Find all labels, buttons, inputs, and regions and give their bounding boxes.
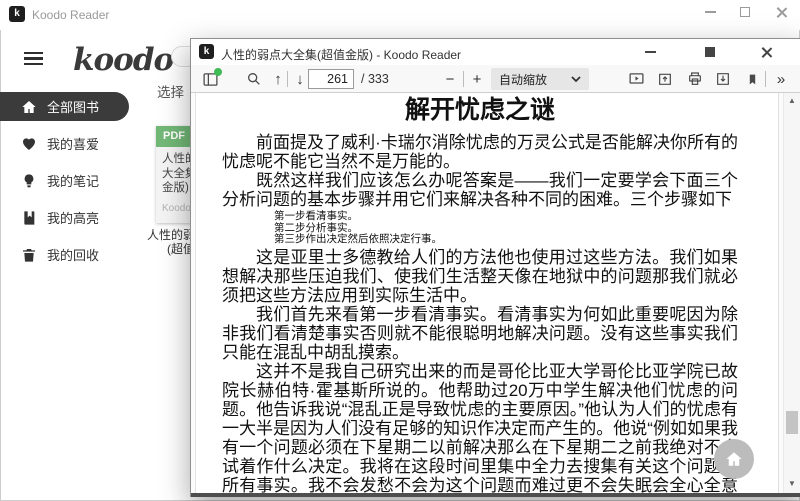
bookmark-button[interactable] <box>740 65 764 93</box>
bookmark-icon <box>746 72 759 87</box>
main-close-button[interactable] <box>766 0 796 24</box>
toolbar-separator <box>765 71 766 87</box>
home-icon <box>725 450 743 468</box>
zoom-mode-value: 自动缩放 <box>499 71 571 88</box>
reader-window: k 人性的弱点大全集(超值金版) - Koodo Reader ↑ ↓ / 33… <box>190 38 800 497</box>
home-icon <box>21 99 37 115</box>
search-icon <box>246 71 262 87</box>
toolbar-separator <box>463 71 464 87</box>
sidebar-notice-dot <box>214 68 222 76</box>
reader-window-title: 人性的弱点大全集(超值金版) - Koodo Reader <box>221 46 461 63</box>
presentation-mode-button[interactable] <box>623 65 649 93</box>
minimize-icon <box>705 11 716 13</box>
bulb-icon <box>21 173 37 189</box>
main-titlebar: k Koodo Reader <box>0 0 800 30</box>
koodo-app-icon: k <box>9 6 25 22</box>
print-button[interactable] <box>682 65 708 93</box>
close-icon <box>761 47 772 58</box>
more-tools-button[interactable]: » <box>768 65 794 93</box>
sidebar-item-label: 我的笔记 <box>47 171 99 190</box>
back-to-library-button[interactable] <box>714 439 754 479</box>
reader-close-button[interactable] <box>751 39 781 65</box>
reader-minimize-button[interactable] <box>635 39 665 65</box>
print-icon <box>687 71 703 87</box>
open-file-button[interactable] <box>652 65 678 93</box>
koodo-logo: koodo <box>73 42 173 78</box>
reader-maximize-button[interactable] <box>695 39 725 65</box>
search-button[interactable] <box>241 65 267 93</box>
paragraph: 我们首先来看第一步看清事实。看清事实为何如此重要呢因为除非我们看清楚事实否则就不… <box>222 305 738 362</box>
toolbar-separator <box>287 71 288 87</box>
sidebar-item-highlights[interactable]: 我的高亮 <box>0 203 129 232</box>
sidebar-item-all-books[interactable]: 全部图书 <box>0 92 129 121</box>
page-content: 解开忧虑之谜 前面提及了威利·卡瑞尔消除忧虑的万灵公式是否能解决你所有的忧虑呢不… <box>196 93 778 493</box>
page-number-input[interactable] <box>308 69 354 89</box>
maximize-icon <box>740 7 750 17</box>
chevron-down-icon <box>571 76 581 82</box>
main-maximize-button[interactable] <box>730 0 760 24</box>
sidebar-item-trash[interactable]: 我的回收 <box>0 240 129 269</box>
paragraph: 这是亚里士多德教给人们的方法他也使用过这些方法。我们如果想解决那些压迫我们、使我… <box>222 248 738 305</box>
step-line: 第三步作出决定然后依照决定行事。 <box>274 234 738 246</box>
main-window-title: Koodo Reader <box>32 8 109 22</box>
sidebar-item-label: 全部图书 <box>47 97 99 116</box>
previous-page-button[interactable]: ↑ <box>267 65 289 93</box>
scroll-up-arrow[interactable]: ▲ <box>784 94 800 108</box>
zoom-mode-select[interactable]: 自动缩放 <box>491 68 589 90</box>
paragraph: 既然这样我们应该怎么办呢答案是——我们一定要学会下面三个分析问题的基本步骤并用它… <box>222 171 738 209</box>
heart-icon <box>21 136 37 152</box>
screen: k Koodo Reader koodo 全部图书 我的喜爱 我的笔记 我的高亮 <box>0 0 800 501</box>
close-icon <box>776 7 787 18</box>
scrollbar-thumb[interactable] <box>786 411 798 434</box>
vertical-scrollbar[interactable]: ▲ ▼ <box>783 93 800 493</box>
reader-bottom-strip <box>191 493 800 497</box>
select-mode-button[interactable]: 选择 <box>157 81 184 101</box>
open-file-icon <box>657 71 673 87</box>
paragraph: 前面提及了威利·卡瑞尔消除忧虑的万灵公式是否能解决你所有的忧虑呢不能它当然不是万… <box>222 133 738 171</box>
chapter-heading: 解开忧虑之谜 <box>222 97 738 124</box>
scroll-down-arrow[interactable]: ▼ <box>784 477 800 491</box>
reader-titlebar: k 人性的弱点大全集(超值金版) - Koodo Reader <box>191 39 800 65</box>
page-total-label: / 333 <box>361 72 389 86</box>
hamburger-menu-icon[interactable] <box>24 52 43 65</box>
zoom-in-button[interactable]: + <box>466 65 488 93</box>
sidebar-item-favorites[interactable]: 我的喜爱 <box>0 129 129 158</box>
minimize-icon <box>645 51 656 53</box>
pdf-page: 解开忧虑之谜 前面提及了威利·卡瑞尔消除忧虑的万灵公式是否能解决你所有的忧虑呢不… <box>195 93 779 493</box>
maximize-icon <box>705 47 715 57</box>
book-icon <box>21 210 37 226</box>
zoom-out-button[interactable]: − <box>439 65 461 93</box>
sidebar-item-label: 我的喜爱 <box>47 134 99 153</box>
download-button[interactable] <box>710 65 736 93</box>
pdf-toolbar: ↑ ↓ / 333 − + 自动缩放 <box>191 65 800 93</box>
paragraph: 这并不是我自己研究出来的而是哥伦比亚大学哥伦比亚学院已故院长赫伯特·霍基斯所说的… <box>222 362 738 494</box>
steps-list: 第一步看清事实。 第二步分析事实。 第三步作出决定然后依照决定行事。 <box>222 211 738 246</box>
presentation-icon <box>628 71 645 88</box>
sidebar-item-label: 我的高亮 <box>47 208 99 227</box>
sidebar-item-label: 我的回收 <box>47 245 99 264</box>
trash-icon <box>21 247 37 263</box>
step-line: 第一步看清事实。 <box>274 211 738 223</box>
koodo-app-icon: k <box>199 44 214 59</box>
pdf-viewer: 解开忧虑之谜 前面提及了威利·卡瑞尔消除忧虑的万灵公式是否能解决你所有的忧虑呢不… <box>191 93 800 493</box>
download-icon <box>715 71 731 87</box>
main-minimize-button[interactable] <box>695 0 725 24</box>
sidebar-item-notes[interactable]: 我的笔记 <box>0 166 129 195</box>
toggle-sidebar-button[interactable] <box>197 65 223 93</box>
